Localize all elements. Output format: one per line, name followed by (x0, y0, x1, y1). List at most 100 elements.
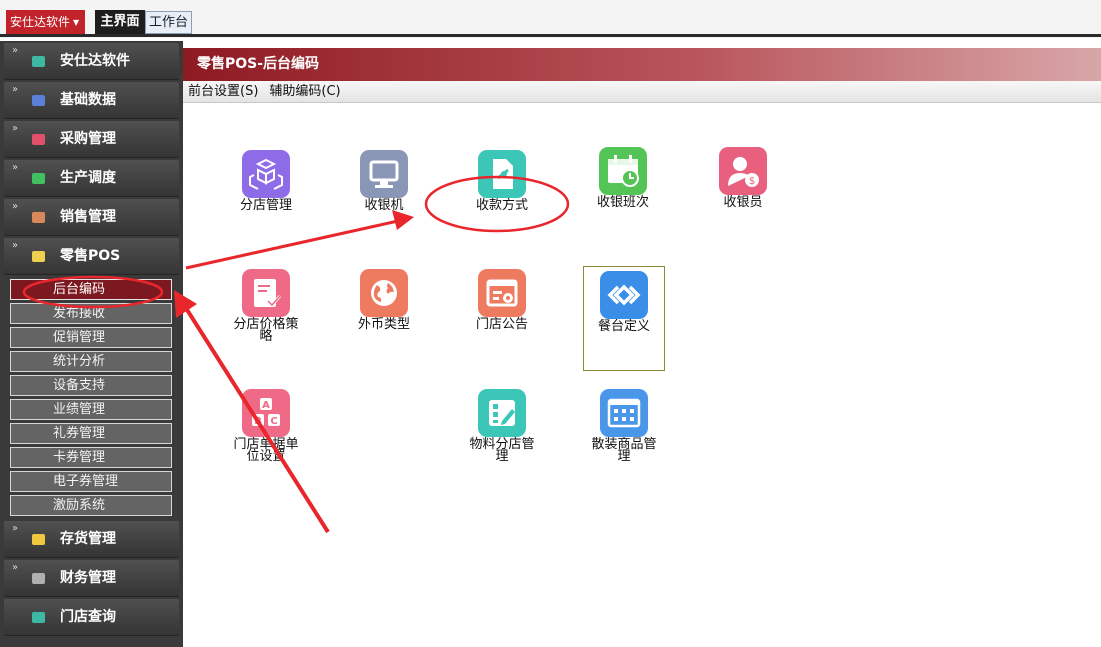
teal-cube-icon (32, 56, 45, 67)
sidebar-module-sales[interactable]: » 销售管理 (4, 199, 179, 236)
tile-label: 散装商品管理 (591, 437, 657, 464)
svg-text:C: C (270, 416, 277, 427)
expand-chevron-icon: » (12, 123, 19, 134)
tile-label: 收款方式 (475, 198, 528, 213)
globe-icon (360, 269, 408, 317)
monitor-icon (360, 150, 408, 198)
red-cart-icon (32, 134, 45, 145)
app-menu-button[interactable]: 安仕达软件 ▼ (6, 10, 85, 34)
tile-label: 收银员 (723, 195, 763, 210)
sidebar-module-store-query[interactable]: 门店查询 (4, 599, 179, 636)
tile-label: 餐台定义 (597, 319, 650, 334)
expand-chevron-icon: » (12, 84, 19, 95)
sidebar-module-label: 零售POS (60, 248, 121, 264)
panel-menu-bar: 前台设置(S) 辅助编码(C) (183, 81, 1101, 103)
app-menu-label: 安仕达软件 (10, 15, 71, 29)
sidebar-module-label: 生产调度 (60, 170, 116, 186)
expand-chevron-icon: » (12, 201, 19, 212)
tile-cashier-shifts[interactable]: 收银班次 (582, 147, 664, 209)
sidebar-module-label: 基础数据 (60, 92, 116, 108)
tile-label: 外币类型 (357, 317, 410, 332)
price-strategy-icon (242, 269, 290, 317)
sidebar-subitem-statistics[interactable]: 统计分析 (10, 351, 172, 372)
yellow-pos-icon (32, 251, 45, 262)
sidebar-subitem-e-voucher[interactable]: 电子券管理 (10, 471, 172, 492)
tile-label: 收银班次 (596, 195, 649, 210)
sidebar-subitem-performance[interactable]: 业绩管理 (10, 399, 172, 420)
topbar-divider (0, 34, 1101, 37)
tile-payment-methods[interactable]: 收款方式 (461, 150, 543, 212)
yellow-stock-icon (32, 534, 45, 545)
sidebar-module-label: 门店查询 (60, 609, 116, 625)
tile-bulk-goods-management[interactable]: 散装商品管理 (583, 389, 665, 463)
app-window: 安仕达软件 ▼ 主界面 工作台 » 安仕达软件 » 基础数据 » 采购管理 » … (0, 0, 1101, 647)
sidebar-subitem-card-voucher[interactable]: 卡券管理 (10, 447, 172, 468)
sidebar-module-label: 销售管理 (60, 209, 116, 225)
sidebar-module-label: 采购管理 (60, 131, 116, 147)
sidebar-subitem-backend-coding[interactable]: 后台编码 (10, 279, 172, 300)
sidebar: » 安仕达软件 » 基础数据 » 采购管理 » 生产调度 » 销售管理 » 零售… (0, 41, 183, 647)
sidebar-subitem-device-support[interactable]: 设备支持 (10, 375, 172, 396)
tile-branch-price-strategy[interactable]: 分店价格策略 (225, 269, 307, 343)
expand-chevron-icon: » (12, 523, 19, 534)
tile-branch-management[interactable]: 分店管理 (225, 150, 307, 212)
expand-chevron-icon: » (12, 562, 19, 573)
sidebar-module-production[interactable]: » 生产调度 (4, 160, 179, 197)
sidebar-subitem-incentive[interactable]: 激励系统 (10, 495, 172, 516)
tile-store-document-units[interactable]: ABC 门店单据单位设置 (225, 389, 307, 463)
sidebar-module-inventory[interactable]: » 存货管理 (4, 521, 179, 558)
teal-store-icon (32, 612, 45, 623)
tile-store-announcement[interactable]: 门店公告 (461, 269, 543, 331)
menu-front-settings[interactable]: 前台设置(S) (188, 81, 258, 103)
expand-chevron-icon: » (12, 162, 19, 173)
payment-document-icon (478, 150, 526, 198)
tile-cash-register[interactable]: 收银机 (343, 150, 425, 212)
sidebar-module-retail-pos[interactable]: » 零售POS (4, 238, 179, 275)
menu-auxiliary-coding[interactable]: 辅助编码(C) (269, 81, 340, 103)
green-factory-icon (32, 173, 45, 184)
sidebar-module-label: 存货管理 (60, 531, 116, 547)
gray-finance-icon (32, 573, 45, 584)
tile-label: 分店价格策略 (233, 317, 299, 344)
calendar-clock-icon (599, 147, 647, 195)
tile-label: 物料分店管理 (469, 437, 535, 464)
sidebar-module-label: 安仕达软件 (60, 53, 130, 69)
blue-database-icon (32, 95, 45, 106)
tile-table-definition[interactable]: 餐台定义 (583, 266, 665, 371)
orange-sales-icon (32, 212, 45, 223)
calculator-grid-icon (600, 389, 648, 437)
tab-workbench[interactable]: 工作台 (145, 11, 192, 34)
top-bar: 安仕达软件 ▼ 主界面 工作台 (0, 0, 1101, 38)
tile-label: 门店公告 (475, 317, 528, 332)
edit-grid-icon (478, 389, 526, 437)
boxes-icon (242, 150, 290, 198)
panel-title: 零售POS-后台编码 (183, 48, 1101, 81)
tile-label: 收银机 (364, 198, 404, 213)
sidebar-subitem-publish-receive[interactable]: 发布接收 (10, 303, 172, 324)
tile-cashiers[interactable]: $ 收银员 (702, 147, 784, 209)
table-definition-icon (600, 271, 648, 319)
expand-chevron-icon: » (12, 45, 19, 56)
dropdown-caret-icon: ▼ (73, 18, 80, 27)
tile-grid: 分店管理 收银机 收款方式 收银班次 $ 收银员 分店价格策略 外币类型 门店公… (183, 103, 1101, 647)
tab-main-screen[interactable]: 主界面 (95, 10, 145, 35)
tile-label: 门店单据单位设置 (233, 437, 299, 464)
cashier-user-icon: $ (719, 147, 767, 195)
sidebar-module-anshida[interactable]: » 安仕达软件 (4, 43, 179, 80)
tile-material-branch-management[interactable]: 物料分店管理 (461, 389, 543, 463)
sidebar-module-basic-data[interactable]: » 基础数据 (4, 82, 179, 119)
tile-foreign-currency[interactable]: 外币类型 (343, 269, 425, 331)
sidebar-subitem-promotion[interactable]: 促销管理 (10, 327, 172, 348)
collapse-chevron-icon: » (12, 240, 19, 251)
tile-label: 分店管理 (239, 198, 292, 213)
abc-units-icon: ABC (242, 389, 290, 437)
svg-text:A: A (262, 400, 270, 411)
sidebar-module-finance[interactable]: » 财务管理 (4, 560, 179, 597)
sidebar-module-purchase[interactable]: » 采购管理 (4, 121, 179, 158)
svg-text:$: $ (749, 176, 755, 187)
retail-pos-submenu: 后台编码 发布接收 促销管理 统计分析 设备支持 业绩管理 礼券管理 卡券管理 … (4, 277, 179, 521)
sidebar-module-label: 财务管理 (60, 570, 116, 586)
svg-text:B: B (254, 416, 262, 427)
announcement-icon (478, 269, 526, 317)
sidebar-subitem-gift-voucher[interactable]: 礼券管理 (10, 423, 172, 444)
